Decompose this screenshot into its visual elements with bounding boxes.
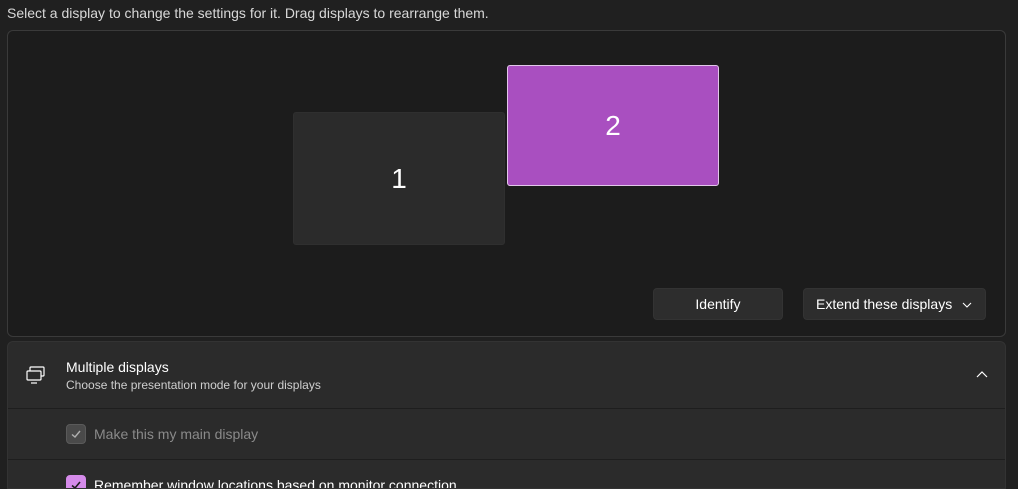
identify-button-label: Identify: [695, 296, 741, 312]
display-2-number: 2: [605, 109, 621, 141]
option-remember-windows: Remember window locations based on monit…: [8, 460, 1005, 489]
remember-windows-checkbox[interactable]: [66, 475, 86, 488]
display-1[interactable]: 1: [293, 112, 505, 245]
multiple-displays-header[interactable]: Multiple displays Choose the presentatio…: [8, 342, 1005, 409]
multiple-displays-icon: [26, 366, 45, 384]
multiple-displays-section: Multiple displays Choose the presentatio…: [7, 341, 1006, 489]
display-mode-value: Extend these displays: [816, 296, 953, 312]
checkmark-icon: [71, 430, 81, 438]
display-2[interactable]: 2: [507, 65, 719, 186]
remember-windows-label: Remember window locations based on monit…: [94, 477, 457, 489]
chevron-down-icon: [962, 302, 972, 308]
identify-button[interactable]: Identify: [653, 288, 783, 320]
main-display-checkbox[interactable]: [66, 424, 86, 444]
display-mode-dropdown[interactable]: Extend these displays: [803, 288, 986, 320]
section-subtitle: Choose the presentation mode for your di…: [66, 378, 321, 392]
section-title: Multiple displays: [66, 359, 169, 375]
option-main-display: Make this my main display: [8, 409, 1005, 460]
display-settings: Select a display to change the settings …: [0, 0, 1018, 489]
display-1-number: 1: [391, 162, 407, 194]
instructions-text: Select a display to change the settings …: [7, 5, 489, 21]
checkmark-icon: [71, 481, 81, 488]
display-arrangement-panel: 1 2 Identify Extend these displays: [7, 30, 1006, 337]
chevron-up-icon[interactable]: [975, 369, 989, 381]
main-display-label: Make this my main display: [94, 426, 259, 442]
